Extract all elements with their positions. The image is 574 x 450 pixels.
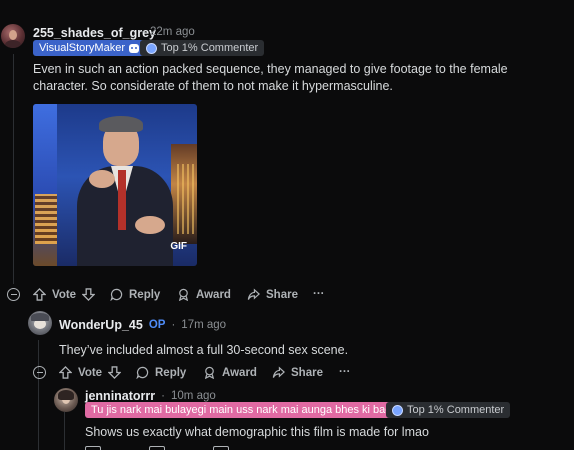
share-label: Share [266,288,298,301]
comment-body: They’ve included almost a full 30-second… [59,343,349,357]
downvote-icon[interactable] [82,288,96,301]
user-flair: VisualStoryMaker [33,40,145,56]
more-options-button[interactable]: ··· [313,288,325,300]
share-button[interactable]: Share [272,366,323,379]
comment-header: jenninatorrr · 10m ago [85,389,216,403]
reply-button[interactable]: Reply [110,288,160,301]
flair-label: VisualStoryMaker [39,42,125,54]
actions-row-partial [85,446,385,450]
award-icon [178,288,189,301]
comment-timestamp[interactable]: 17m ago [181,319,226,331]
badge-label: Top 1% Commenter [161,42,259,54]
upvote-icon[interactable] [33,288,46,301]
achievement-badge: Top 1% Commenter [386,402,511,418]
more-icon: ··· [313,288,325,300]
avatar[interactable] [54,388,78,412]
award-button[interactable]: Award [177,288,231,301]
separator: · [171,319,176,331]
avatar[interactable] [28,311,52,335]
badge-icon [392,404,403,416]
minus-icon [36,371,43,374]
collapse-button[interactable] [33,366,46,379]
comment-timestamp[interactable]: 22m ago [150,26,195,38]
thread-line [64,412,65,450]
share-icon [272,366,285,378]
downvote-icon[interactable] [108,366,122,379]
comment-timestamp[interactable]: 10m ago [171,390,216,402]
more-options-button[interactable]: ··· [339,366,351,378]
vote-controls: Vote [33,288,96,301]
separator: · [141,26,145,38]
collapse-button[interactable] [7,288,20,301]
gif-image[interactable]: GIF [33,104,197,266]
reply-label: Reply [129,288,161,301]
badge-label: Top 1% Commenter [407,404,505,416]
upvote-icon[interactable] [59,366,72,379]
comment-username[interactable]: WonderUp_45 [59,318,143,332]
share-label: Share [291,366,323,379]
avatar[interactable] [1,24,25,48]
comment-username[interactable]: 255_shades_of_grey [33,26,156,40]
comment-header: WonderUp_45 OP · 17m ago [59,318,226,332]
thread-line [13,54,14,284]
achievement-badge: Top 1% Commenter [140,40,265,56]
separator: · [161,390,165,402]
award-icon [204,366,215,379]
comment-body: Even in such an action packed sequence, … [33,62,508,93]
comment-body: Shows us exactly what demographic this f… [85,425,429,439]
award-label: Award [196,288,231,301]
reply-label: Reply [155,366,187,379]
share-icon [247,288,260,300]
share-button[interactable]: Share [247,288,298,301]
op-badge: OP [148,319,166,331]
reply-icon [136,366,149,379]
vote-controls: Vote [59,366,122,379]
award-label: Award [222,366,257,379]
vote-label: Vote [52,288,77,301]
robot-icon [129,43,139,53]
reply-icon [110,288,123,301]
badge-icon [146,42,157,54]
comment-username[interactable]: jenninatorrr [85,389,155,403]
reply-button[interactable]: Reply [136,366,186,379]
thread-line [38,340,39,450]
user-flair: Tu jis nark mai bulayegi main uss nark m… [85,402,411,418]
minus-icon [10,293,17,296]
more-icon: ··· [339,366,351,378]
vote-label: Vote [78,366,103,379]
gif-label: GIF [170,241,187,252]
award-button[interactable]: Award [203,366,257,379]
